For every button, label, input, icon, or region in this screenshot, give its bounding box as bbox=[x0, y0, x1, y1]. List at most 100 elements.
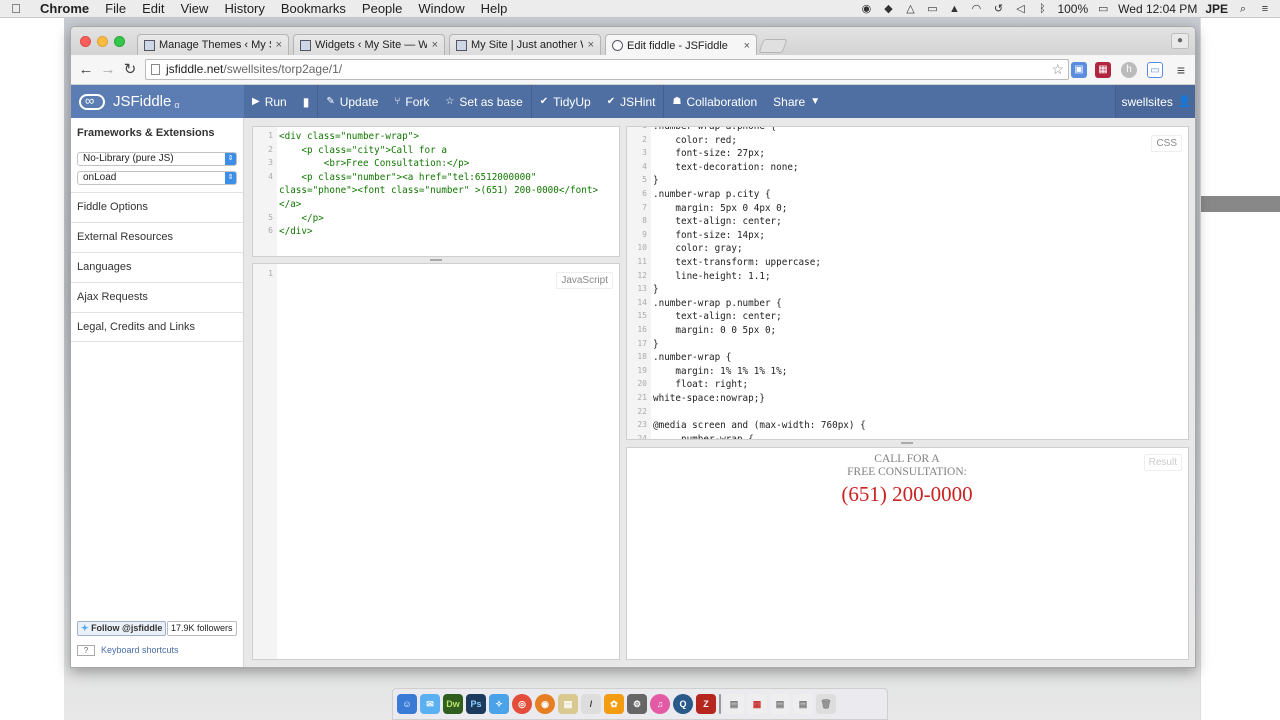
spotlight-icon[interactable]: ⌕ bbox=[1236, 3, 1250, 15]
tab-close-icon[interactable]: × bbox=[432, 39, 438, 51]
extension-icon[interactable]: ▣ bbox=[1071, 62, 1087, 78]
menu-view[interactable]: View bbox=[172, 1, 216, 16]
share-button[interactable]: Share ▼ bbox=[765, 85, 828, 118]
keyboard-shortcuts-link[interactable]: Keyboard shortcuts bbox=[101, 645, 179, 655]
gear-icon[interactable]: ⚙ bbox=[627, 694, 647, 714]
tidyup-button[interactable]: ✔ TidyUp bbox=[530, 85, 599, 118]
dreamweaver-icon[interactable]: Dw bbox=[443, 694, 463, 714]
menu-help[interactable]: Help bbox=[473, 1, 516, 16]
framework-select[interactable]: No-Library (pure JS) ⇕ bbox=[77, 152, 237, 166]
finder-icon[interactable]: ☺ bbox=[397, 694, 417, 714]
line-number: 5 bbox=[268, 212, 273, 222]
jsfiddle-logo[interactable]: JSFiddle α bbox=[71, 85, 244, 118]
code-text: } bbox=[653, 338, 659, 350]
background-window-right bbox=[1200, 18, 1280, 720]
volume-icon[interactable]: ◁ bbox=[1013, 3, 1027, 15]
stats-button[interactable]: ▮ bbox=[295, 85, 318, 118]
document-icon[interactable]: ▦ bbox=[747, 694, 767, 714]
chrome-icon[interactable]: ◎ bbox=[512, 694, 532, 714]
extension-icon[interactable]: ▦ bbox=[1095, 62, 1111, 78]
minimize-window-button[interactable] bbox=[97, 36, 108, 47]
tab-close-icon[interactable]: × bbox=[744, 40, 750, 52]
user-menu[interactable]: swellsites 👤 bbox=[1115, 85, 1195, 118]
address-bar[interactable]: jsfiddle.net/swellsites/torp2age/1/ ☆ bbox=[145, 59, 1069, 80]
tab-edit-fiddle[interactable]: Edit fiddle - JSFiddle × bbox=[605, 34, 757, 56]
menu-file[interactable]: File bbox=[97, 1, 134, 16]
horizontal-splitter[interactable] bbox=[626, 440, 1189, 446]
dropbox-icon[interactable]: ◆ bbox=[881, 3, 895, 15]
notification-center-icon[interactable]: ≡ bbox=[1258, 3, 1272, 15]
fork-button[interactable]: ⑂ Fork bbox=[386, 85, 437, 118]
close-window-button[interactable] bbox=[80, 36, 91, 47]
menu-chrome[interactable]: Chrome bbox=[32, 1, 97, 16]
css-editor[interactable]: 1 .number-wrap a.phone {2 color: red; 3 fo… bbox=[626, 126, 1189, 440]
drive-icon[interactable]: △ bbox=[903, 3, 917, 15]
code-text: line-height: 1.1; bbox=[653, 270, 771, 282]
line-number: 19 bbox=[637, 365, 647, 375]
menu-edit[interactable]: Edit bbox=[134, 1, 172, 16]
document-icon[interactable]: ▤ bbox=[793, 694, 813, 714]
notes-icon[interactable]: ▤ bbox=[558, 694, 578, 714]
javascript-editor[interactable]: 1 JavaScript bbox=[252, 263, 620, 660]
follow-label: Follow @jsfiddle bbox=[91, 623, 163, 633]
photoshop-icon[interactable]: Ps bbox=[466, 694, 486, 714]
new-tab-button[interactable] bbox=[758, 39, 788, 53]
tab-my-site[interactable]: My Site | Just another Wor × bbox=[449, 34, 601, 55]
document-icon[interactable]: ▤ bbox=[770, 694, 790, 714]
result-panel[interactable]: Result Call for a Free Consultation: (65… bbox=[626, 447, 1189, 660]
quicktime-icon[interactable]: Q bbox=[673, 694, 693, 714]
sidebar-item-legal[interactable]: Legal, Credits and Links bbox=[71, 312, 243, 342]
bluetooth-icon[interactable]: ᛒ bbox=[1035, 3, 1049, 15]
extension-icon[interactable]: h bbox=[1121, 62, 1137, 78]
back-icon[interactable]: ← bbox=[77, 61, 95, 79]
load-select[interactable]: onLoad ⇕ bbox=[77, 171, 237, 185]
trash-icon[interactable]: 🗑 bbox=[816, 694, 836, 714]
collaboration-button[interactable]: ☗ Collaboration bbox=[663, 85, 765, 118]
jshint-button[interactable]: ✔ JSHint bbox=[599, 85, 664, 118]
firefox-icon[interactable]: ◉ bbox=[535, 694, 555, 714]
html-editor[interactable]: 1 <div class="number-wrap"> 2 <p class="ci… bbox=[252, 126, 620, 257]
record-icon[interactable]: ◉ bbox=[859, 3, 873, 15]
tab-close-icon[interactable]: × bbox=[276, 39, 282, 51]
tab-close-icon[interactable]: × bbox=[588, 39, 594, 51]
time-machine-icon[interactable]: ↺ bbox=[991, 3, 1005, 15]
twitter-follow-button[interactable]: ✦ Follow @jsfiddle bbox=[77, 621, 167, 636]
tab-widgets[interactable]: Widgets ‹ My Site — Wordi × bbox=[293, 34, 445, 55]
sidebar-item-fiddle-options[interactable]: Fiddle Options bbox=[71, 192, 243, 222]
set-as-base-button[interactable]: ☆ Set as base bbox=[437, 85, 530, 118]
textedit-icon[interactable]: / bbox=[581, 694, 601, 714]
menu-bookmarks[interactable]: Bookmarks bbox=[273, 1, 354, 16]
sidebar-item-ajax-requests[interactable]: Ajax Requests bbox=[71, 282, 243, 312]
menu-history[interactable]: History bbox=[216, 1, 272, 16]
battery-icon[interactable]: ▭ bbox=[1096, 3, 1110, 15]
reload-icon[interactable]: ↻ bbox=[121, 61, 139, 79]
run-button[interactable]: ▶ Run bbox=[244, 85, 295, 118]
airplay-icon[interactable]: ▲ bbox=[947, 3, 961, 15]
tab-manage-themes[interactable]: Manage Themes ‹ My Site × bbox=[137, 34, 289, 55]
apple-icon[interactable]:  bbox=[0, 1, 32, 16]
forward-icon[interactable]: → bbox=[99, 61, 117, 79]
photos-icon[interactable]: ✿ bbox=[604, 694, 624, 714]
clock[interactable]: Wed 12:04 PM bbox=[1118, 2, 1197, 16]
phone-link[interactable]: (651) 200-0000 bbox=[827, 482, 987, 507]
code-text: .number-wrap p.city { bbox=[653, 189, 771, 200]
update-button[interactable]: ✎ Update bbox=[317, 85, 386, 118]
sidebar-item-languages[interactable]: Languages bbox=[71, 252, 243, 282]
messages-icon[interactable]: ✉ bbox=[420, 694, 440, 714]
extension-icon[interactable]: ▭ bbox=[1147, 62, 1163, 78]
safari-icon[interactable]: ✧ bbox=[489, 694, 509, 714]
profile-icon[interactable]: ● bbox=[1171, 33, 1189, 49]
itunes-icon[interactable]: ♫ bbox=[650, 694, 670, 714]
filezilla-icon[interactable]: Z bbox=[696, 694, 716, 714]
display-icon[interactable]: ▭ bbox=[925, 3, 939, 15]
menu-window[interactable]: Window bbox=[410, 1, 472, 16]
wifi-icon[interactable]: ◠ bbox=[969, 3, 983, 15]
user-name[interactable]: JPE bbox=[1205, 2, 1228, 16]
document-icon[interactable]: ▤ bbox=[724, 694, 744, 714]
bookmark-star-icon[interactable]: ☆ bbox=[1051, 60, 1064, 79]
menu-people[interactable]: People bbox=[354, 1, 410, 16]
sidebar-item-external-resources[interactable]: External Resources bbox=[71, 222, 243, 252]
collaboration-label: Collaboration bbox=[686, 94, 758, 109]
zoom-window-button[interactable] bbox=[114, 36, 125, 47]
menu-icon[interactable]: ≡ bbox=[1173, 62, 1189, 78]
